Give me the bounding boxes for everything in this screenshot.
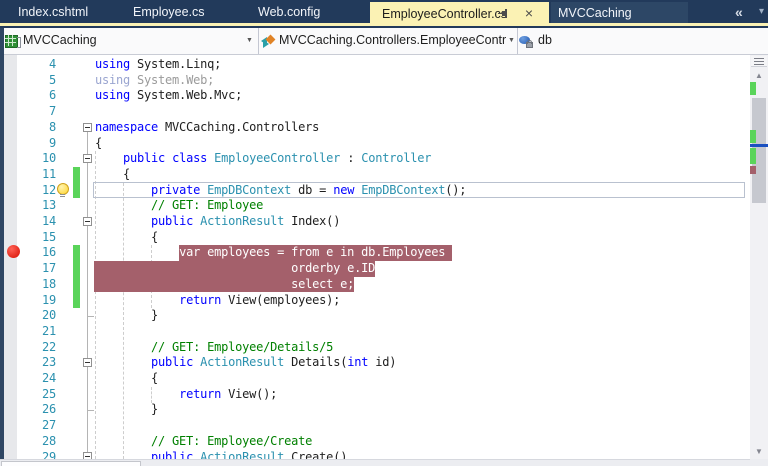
code-line: 17 orderby e.ID <box>4 261 750 277</box>
change-mark <box>750 82 756 95</box>
line-number: 5 <box>17 73 56 89</box>
chevron-down-icon: ▼ <box>246 37 253 44</box>
nav-separator <box>258 28 259 54</box>
code-editor[interactable]: 4using System.Linq;5using System.Web;6us… <box>4 55 750 459</box>
code-line: 13 // GET: Employee <box>4 198 750 214</box>
scroll-down-icon[interactable]: ▼ <box>750 447 768 456</box>
code-line: 12 private EmpDBContext db = new EmpDBCo… <box>4 183 750 199</box>
code-line: 23 public ActionResult Details(int id) <box>4 355 750 371</box>
line-number: 23 <box>17 355 56 371</box>
code-line: 18 select e; <box>4 277 750 293</box>
code-line: 15 { <box>4 230 750 246</box>
line-number: 15 <box>17 230 56 246</box>
line-number: 8 <box>17 120 56 136</box>
line-number: 27 <box>17 418 56 434</box>
code-line: 4using System.Linq; <box>4 57 750 73</box>
vertical-scrollbar[interactable]: ▲ ▼ <box>750 55 768 459</box>
code-line: 14 public ActionResult Index() <box>4 214 750 230</box>
change-mark <box>750 148 756 164</box>
csharp-project-icon <box>5 34 20 49</box>
scrollbar-thumb[interactable] <box>1 461 141 466</box>
code-line: 20 } <box>4 308 750 324</box>
change-mark <box>750 130 756 143</box>
code-line: 5using System.Web; <box>4 73 750 89</box>
active-tab-underline <box>0 23 768 26</box>
code-line: 8namespace MVCCaching.Controllers <box>4 120 750 136</box>
code-line: 16 var employees = from e in db.Employee… <box>4 245 750 261</box>
tab-overflow-chevrons-icon[interactable]: « <box>735 4 742 20</box>
line-number: 29 <box>17 450 56 460</box>
line-number: 21 <box>17 324 56 340</box>
line-number: 17 <box>17 261 56 277</box>
selection-mark <box>750 166 756 174</box>
line-number: 25 <box>17 387 56 403</box>
tab-mvccaching[interactable]: MVCCaching <box>551 2 688 23</box>
vs-editor-window: Index.cshtml Employee.cs Web.config Empl… <box>0 0 768 466</box>
code-area[interactable]: 4using System.Linq;5using System.Web;6us… <box>4 55 750 459</box>
line-number: 24 <box>17 371 56 387</box>
code-line: 22 // GET: Employee/Details/5 <box>4 340 750 356</box>
code-line: 26 } <box>4 402 750 418</box>
line-number: 7 <box>17 104 56 120</box>
member-dropdown-label: db <box>538 33 552 47</box>
tab-employee-cs[interactable]: Employee.cs <box>133 0 205 23</box>
project-dropdown-label: MVCCaching <box>23 33 97 47</box>
code-line: 10 public class EmployeeController : Con… <box>4 151 750 167</box>
code-line: 11 { <box>4 167 750 183</box>
nav-separator <box>517 28 518 54</box>
pin-icon[interactable] <box>497 7 510 20</box>
private-field-icon <box>519 35 534 49</box>
line-number: 11 <box>17 167 56 183</box>
line-number: 16 <box>17 245 56 261</box>
line-number: 4 <box>17 57 56 73</box>
document-tab-bar: Index.cshtml Employee.cs Web.config Empl… <box>0 0 768 28</box>
code-line: 25 return View(); <box>4 387 750 403</box>
line-number: 28 <box>17 434 56 450</box>
code-line: 28 // GET: Employee/Create <box>4 434 750 450</box>
line-number: 13 <box>17 198 56 214</box>
line-number: 18 <box>17 277 56 293</box>
navigation-bar: MVCCaching ▼ MVCCaching.Controllers.Empl… <box>0 28 768 55</box>
code-line: 9{ <box>4 136 750 152</box>
code-line: 7 <box>4 104 750 120</box>
line-number: 10 <box>17 151 56 167</box>
tab-index-cshtml[interactable]: Index.cshtml <box>18 0 88 23</box>
tab-label: Index.cshtml <box>18 5 88 19</box>
tab-label: EmployeeController.cs <box>382 7 507 21</box>
split-window-handle[interactable] <box>751 56 767 67</box>
close-icon[interactable]: × <box>521 3 537 23</box>
line-number: 19 <box>17 293 56 309</box>
code-line: 29 public ActionResult Create() <box>4 450 750 460</box>
document-list-dropdown-icon[interactable]: ▾ <box>759 6 764 17</box>
chevron-down-icon: ▼ <box>508 37 515 44</box>
class-icon <box>261 34 276 49</box>
line-number: 14 <box>17 214 56 230</box>
line-number: 9 <box>17 136 56 152</box>
line-number: 22 <box>17 340 56 356</box>
scroll-up-icon[interactable]: ▲ <box>750 71 768 80</box>
tab-label: MVCCaching <box>558 6 632 20</box>
code-line: 6using System.Web.Mvc; <box>4 88 750 104</box>
horizontal-scrollbar[interactable] <box>0 459 750 466</box>
line-number: 6 <box>17 88 56 104</box>
type-dropdown-label: MVCCaching.Controllers.EmployeeControlle… <box>279 33 506 47</box>
line-number: 12 <box>17 183 56 199</box>
caret-position-mark <box>750 144 768 147</box>
code-line: 27 <box>4 418 750 434</box>
tab-label: Employee.cs <box>133 5 205 19</box>
code-line: 24 { <box>4 371 750 387</box>
tab-label: Web.config <box>258 5 320 19</box>
line-number: 20 <box>17 308 56 324</box>
scrollbar-corner <box>750 459 768 466</box>
code-line: 19 return View(employees); <box>4 293 750 309</box>
line-number: 26 <box>17 402 56 418</box>
tab-web-config[interactable]: Web.config <box>258 0 320 23</box>
code-line: 21 <box>4 324 750 340</box>
